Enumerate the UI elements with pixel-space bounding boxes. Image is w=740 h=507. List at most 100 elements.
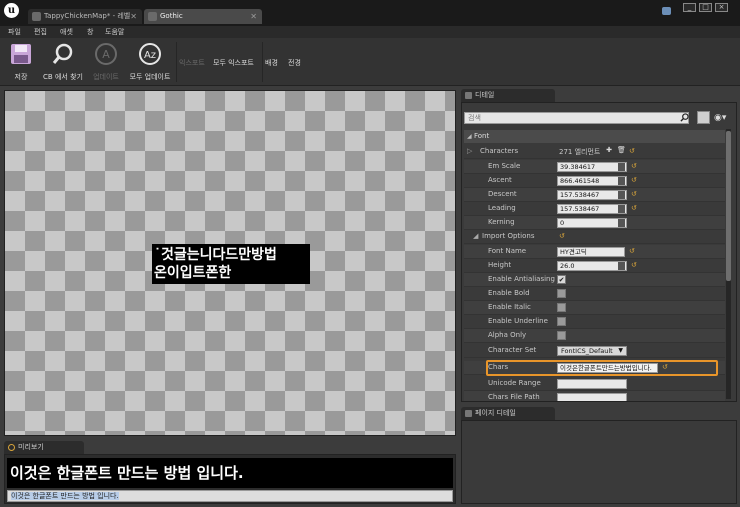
descent-label: Descent [488,190,517,198]
font-name-field[interactable]: HY견고딕 [557,247,625,257]
tab-gothic-font[interactable]: Gothic ✕ [144,9,262,24]
reset-to-default-icon[interactable]: ↺ [629,247,635,255]
save-button[interactable]: 저장 [6,42,36,82]
page-details-tab-label: 페이지 디테일 [475,409,516,417]
spin-icon[interactable] [618,205,625,213]
expand-arrow-icon[interactable]: ▷ [467,147,472,155]
section-title: Font [474,132,490,140]
reset-to-default-icon[interactable]: ↺ [631,176,637,184]
chevron-down-icon: ▼ [618,347,623,354]
font-texture-viewport[interactable]: ˙것글는니다드만방법 온이입트폰한 [4,90,456,436]
antialiasing-label: Enable Antialiasing [488,275,555,283]
add-element-icon[interactable]: ✚ [605,146,613,154]
minimize-button[interactable]: _ [683,3,696,12]
height-field[interactable]: 26.0 [557,261,627,271]
height-value: 26.0 [560,262,575,270]
tab-level-map[interactable]: TappyChickenMap* - 레벨 ✕ [28,9,142,24]
section-font[interactable]: ◢ Font [464,130,725,143]
details-icon [465,92,472,99]
italic-checkbox[interactable] [557,303,566,312]
tab-label: Gothic [160,12,183,20]
menu-window[interactable]: 창 [87,27,93,37]
svg-text:Az: Az [144,50,156,61]
find-in-cb-label: CB 에서 찾기 [43,73,83,81]
page-details-tab[interactable]: 페이지 디테일 [461,407,555,420]
background-button[interactable]: 배경 [265,58,278,68]
underline-checkbox[interactable] [557,317,566,326]
unicode-range-field[interactable] [557,379,627,389]
leading-field[interactable]: 157.538467 [557,204,627,214]
kerning-field[interactable]: 0 [557,218,627,228]
menu-help[interactable]: 도움말 [105,27,124,37]
scroll-thumb[interactable] [726,131,731,281]
reset-to-default-icon[interactable]: ↺ [631,204,637,212]
update-button[interactable]: A 업데이트 [89,42,123,82]
spin-icon[interactable] [618,262,625,270]
find-in-cb-button[interactable]: CB 에서 찾기 [40,42,86,82]
reset-to-default-icon[interactable]: ↺ [631,190,637,198]
view-options-eye-icon[interactable]: ◉▾ [714,113,726,123]
notification-icon[interactable] [662,7,671,15]
charset-dropdown[interactable]: FontICS_Default ▼ [557,346,627,356]
ascent-field[interactable]: 866.461548 [557,176,627,186]
font-name-label: Font Name [488,247,527,255]
em-scale-value: 39.384617 [560,163,596,171]
details-tab-label: 디테일 [475,91,495,99]
maximize-button[interactable]: □ [699,3,712,12]
prop-kerning: Kerning 0 [464,216,725,230]
details-tab[interactable]: 디테일 [461,89,555,102]
em-scale-label: Em Scale [488,162,521,170]
details-panel: 검색 ◉▾ ◢ Font ▷ Characters 271 엘리먼트 ✚ 🗑 ↺… [461,102,737,402]
close-button[interactable]: × [715,3,728,12]
delete-elements-icon[interactable]: 🗑 [617,146,626,154]
export-all-button[interactable]: 모두 익스포트 [213,58,254,68]
leading-value: 157.538467 [560,205,600,213]
preview-text-input[interactable]: 이것은 한글폰트 만드는 방법 입니다. [7,490,453,502]
spin-icon[interactable] [618,177,625,185]
reset-to-default-icon[interactable]: ↺ [559,232,565,240]
details-search-input[interactable]: 검색 [464,112,689,124]
toolbar-separator [176,42,177,82]
charset-value: FontICS_Default [561,347,613,355]
unicode-range-label: Unicode Range [488,379,541,387]
em-scale-field[interactable]: 39.384617 [557,162,627,172]
bold-checkbox[interactable] [557,289,566,298]
export-button[interactable]: 익스포트 [179,58,205,68]
foreground-button[interactable]: 전경 [288,58,301,68]
tab-label: TappyChickenMap* - 레벨 [44,12,131,20]
prop-alpha-only: Alpha Only [464,329,725,343]
prop-character-set: Character Set FontICS_Default ▼ [464,344,725,358]
prop-characters: ▷ Characters 271 엘리먼트 ✚ 🗑 ↺ [464,145,725,159]
preview-render: 이것은 한글폰트 만드는 방법 입니다. [7,458,453,488]
details-scrollbar[interactable] [726,129,731,399]
antialiasing-checkbox[interactable]: ✔ [557,275,566,284]
ascent-value: 866.461548 [560,177,600,185]
spin-icon[interactable] [618,219,625,227]
tab-close-icon[interactable]: ✕ [250,9,257,24]
menu-asset[interactable]: 애셋 [60,27,73,37]
collapse-arrow-icon[interactable]: ◢ [473,232,478,240]
alpha-only-checkbox[interactable] [557,331,566,340]
unreal-logo-icon: u [4,3,19,18]
save-label: 저장 [14,73,28,81]
menu-file[interactable]: 파일 [8,27,21,37]
property-matrix-icon[interactable] [697,111,710,124]
descent-field[interactable]: 157.538467 [557,190,627,200]
prop-import-options[interactable]: ◢ Import Options ↺ [464,230,725,244]
update-all-icon: Az [139,43,161,65]
prop-height: Height 26.0 ↺ [464,259,725,273]
prop-ascent: Ascent 866.461548 ↺ [464,174,725,188]
chars-file-path-field[interactable] [557,393,627,401]
prop-enable-antialiasing: Enable Antialiasing ✔ [464,273,725,287]
reset-to-default-icon[interactable]: ↺ [631,261,637,269]
spin-icon[interactable] [618,191,625,199]
update-all-button[interactable]: Az 모두 업데이트 [126,42,174,82]
spin-icon[interactable] [618,163,625,171]
menu-edit[interactable]: 편집 [34,27,47,37]
search-icon[interactable] [680,113,689,122]
tab-close-icon[interactable]: ✕ [130,9,137,24]
prop-leading: Leading 157.538467 ↺ [464,202,725,216]
preview-tab[interactable]: 미리보기 [4,441,84,454]
reset-to-default-icon[interactable]: ↺ [629,147,635,155]
reset-to-default-icon[interactable]: ↺ [631,162,637,170]
